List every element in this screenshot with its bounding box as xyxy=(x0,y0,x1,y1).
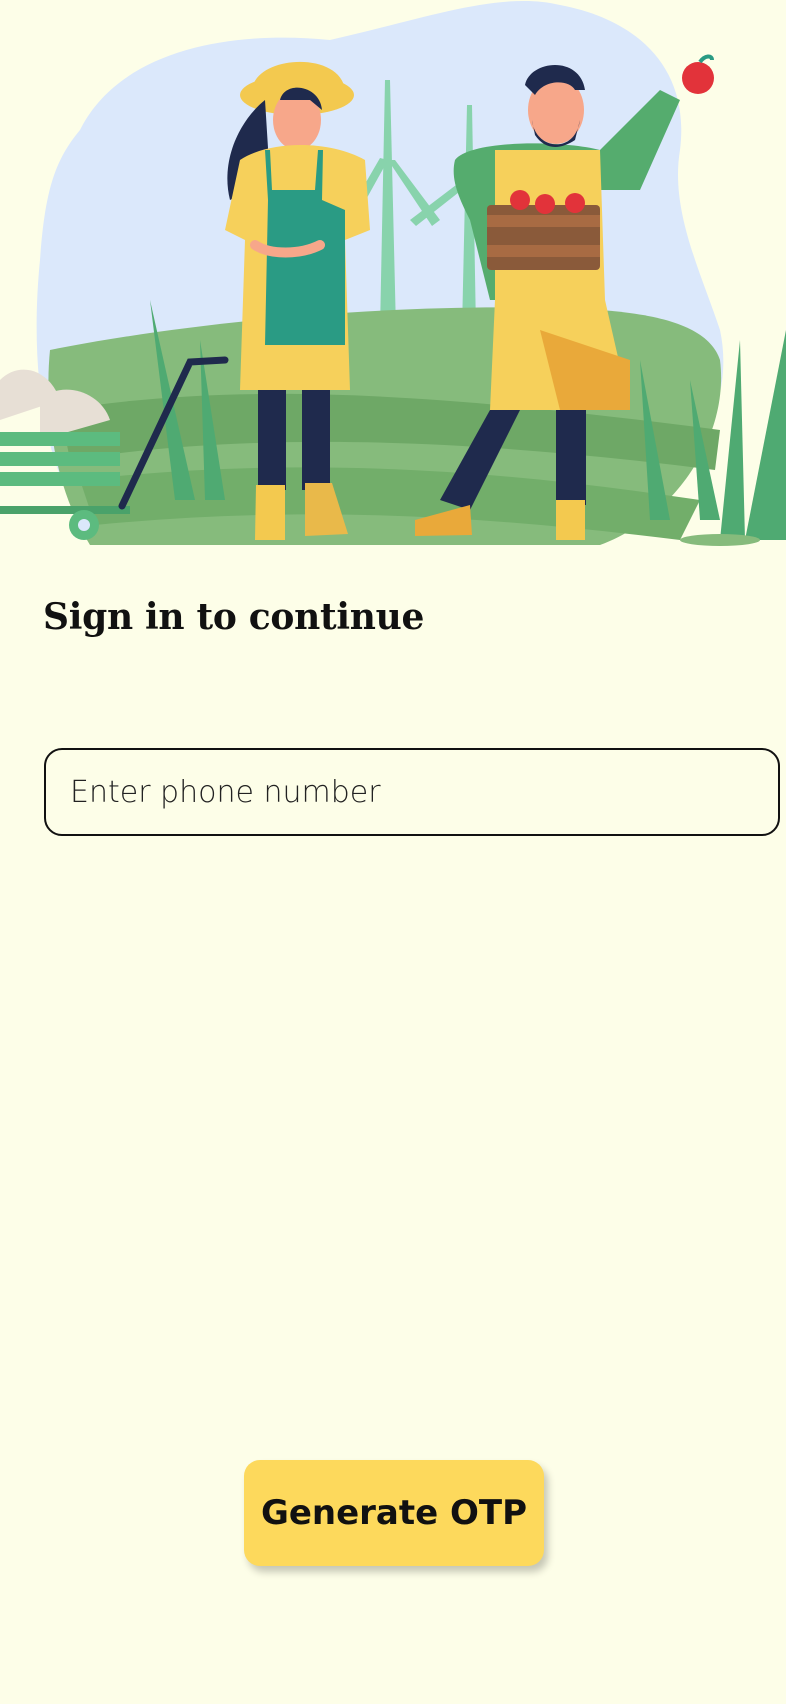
page-title: Sign in to continue xyxy=(43,596,425,638)
farmers-illustration xyxy=(0,0,786,546)
phone-number-input[interactable] xyxy=(44,748,780,836)
generate-otp-button[interactable]: Generate OTP xyxy=(244,1460,544,1566)
